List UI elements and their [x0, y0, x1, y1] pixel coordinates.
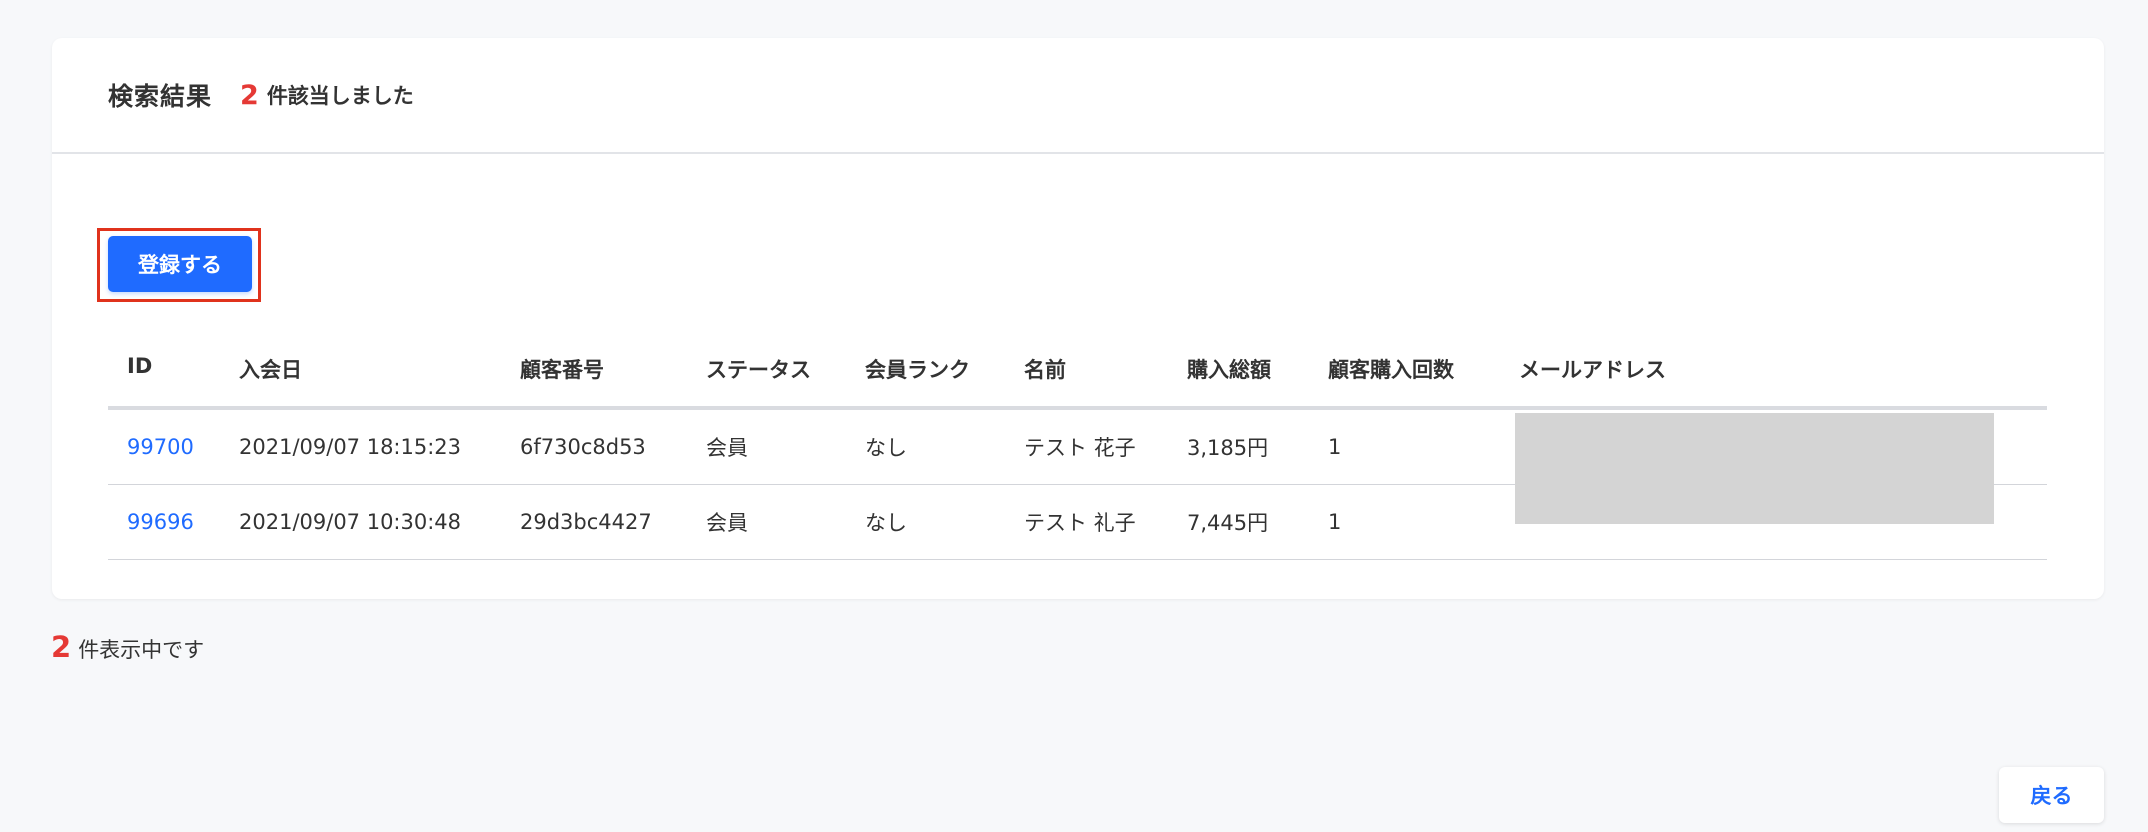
- displayed-count: 2 件表示中です: [51, 630, 204, 664]
- column-header-purchases[interactable]: 顧客購入回数: [1309, 354, 1500, 410]
- cell-status: 会員: [687, 408, 846, 485]
- customer-id-link[interactable]: 99700: [127, 435, 194, 459]
- cell-status: 会員: [687, 484, 846, 560]
- cell-purchases: 1: [1309, 408, 1500, 485]
- displayed-count-number: 2: [51, 630, 72, 664]
- cell-joined: 2021/09/07 18:15:23: [220, 408, 501, 485]
- cell-customer-no: 29d3bc4427: [501, 484, 687, 560]
- column-header-joined[interactable]: 入会日: [220, 354, 501, 410]
- cell-purchases: 1: [1309, 484, 1500, 560]
- cell-total: 7,445円: [1168, 484, 1309, 560]
- results-count: 2: [240, 79, 259, 111]
- cell-name: テスト 花子: [1005, 408, 1168, 485]
- cell-rank: なし: [846, 408, 1005, 485]
- customer-id-link[interactable]: 99696: [127, 510, 194, 534]
- cell-id: 99696: [108, 484, 220, 560]
- table-header-row: ID 入会日 顧客番号 ステータス 会員ランク 名前 購入総額 顧客購入回数 メ…: [108, 354, 2047, 410]
- cell-rank: なし: [846, 484, 1005, 560]
- displayed-count-text: 件表示中です: [78, 638, 205, 662]
- cell-id: 99700: [108, 408, 220, 485]
- column-header-rank[interactable]: 会員ランク: [846, 354, 1005, 410]
- email-redaction-overlay: [1515, 413, 1994, 524]
- column-header-email[interactable]: メールアドレス: [1500, 354, 2047, 410]
- back-button[interactable]: 戻る: [1999, 767, 2104, 823]
- cell-joined: 2021/09/07 10:30:48: [220, 484, 501, 560]
- cell-customer-no: 6f730c8d53: [501, 408, 687, 485]
- column-header-total[interactable]: 購入総額: [1168, 354, 1309, 410]
- results-header: 検索結果 2 件該当しました: [52, 38, 2104, 154]
- column-header-status[interactable]: ステータス: [687, 354, 846, 410]
- column-header-customer-no[interactable]: 顧客番号: [501, 354, 687, 410]
- cell-total: 3,185円: [1168, 408, 1309, 485]
- column-header-name[interactable]: 名前: [1005, 354, 1168, 410]
- column-header-id[interactable]: ID: [108, 354, 220, 410]
- register-button[interactable]: 登録する: [108, 236, 252, 292]
- results-title: 検索結果: [108, 82, 213, 111]
- results-count-suffix: 件該当しました: [266, 84, 414, 108]
- search-results-card: 検索結果 2 件該当しました 登録する ID 入会日 顧客番号 ステータス 会員…: [52, 38, 2104, 599]
- cell-name: テスト 礼子: [1005, 484, 1168, 560]
